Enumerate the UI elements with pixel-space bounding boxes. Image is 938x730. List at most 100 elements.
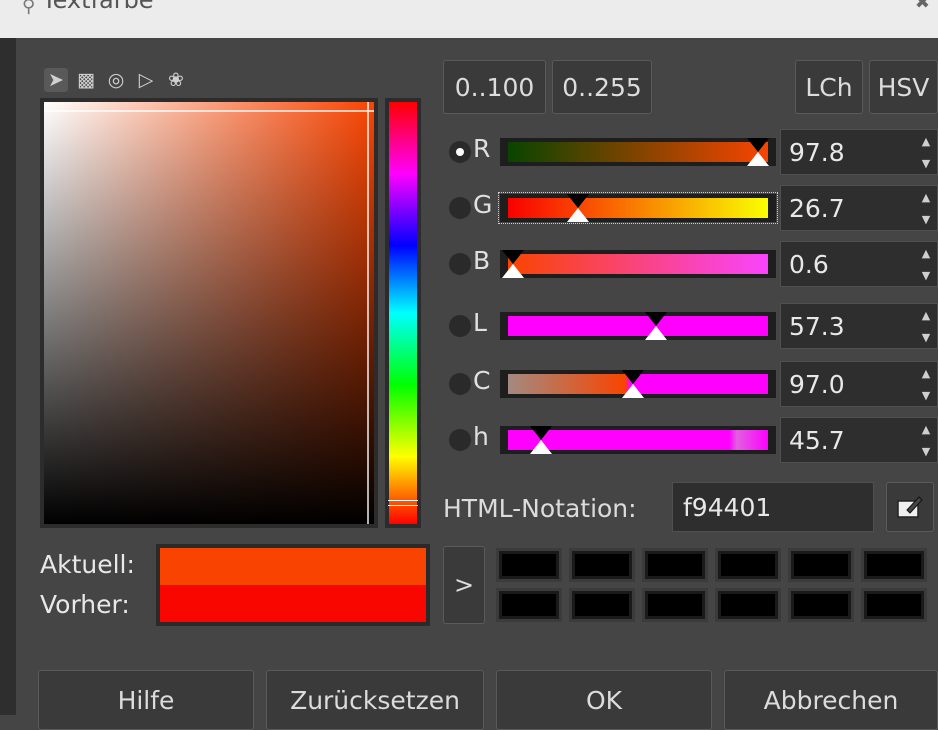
html-notation-field[interactable]: f94401 [672,482,874,532]
history-color-swatch[interactable] [642,548,708,582]
spin-down-icon[interactable]: ▼ [922,389,930,402]
palette-selector-icon[interactable]: ❀ [164,68,188,92]
spin-down-icon[interactable]: ▼ [922,213,930,226]
channel-row-c: C 97.0 ▲ ▼ [443,360,938,410]
history-color-swatch[interactable] [788,548,854,582]
wheel-selector-icon[interactable]: ◎ [104,68,128,92]
hue-marker[interactable] [388,500,418,506]
slider-handle-r[interactable] [747,138,769,166]
spin-arrows-g[interactable]: ▲ ▼ [915,186,937,230]
spin-down-icon[interactable]: ▼ [922,269,930,282]
spin-arrows-h[interactable]: ▲ ▼ [915,418,937,462]
slider-handle-c[interactable] [622,370,644,398]
channel-value-g[interactable]: 26.7 [789,194,845,223]
gimp-selector-icon[interactable]: ➤ [44,68,68,92]
channel-slider-g[interactable] [498,192,778,224]
selector-tabs: ➤ ▩ ◎ ▷ ❀ [44,66,188,94]
channel-radio-b[interactable] [449,253,471,275]
spin-up-icon[interactable]: ▲ [922,191,930,204]
channel-label-h: h [473,422,489,451]
slider-gradient-l [508,316,768,336]
hue-strip[interactable] [385,98,421,528]
channel-spin-r[interactable]: 97.8 ▲ ▼ [780,129,938,175]
channel-slider-h[interactable] [500,426,776,454]
spin-arrows-r[interactable]: ▲ ▼ [915,130,937,174]
channel-slider-l[interactable] [500,312,776,340]
channel-value-h[interactable]: 45.7 [789,426,845,455]
range-0-255-button[interactable]: 0..255 [552,60,652,114]
previous-color-swatch[interactable] [160,585,426,622]
channel-radio-l[interactable] [449,315,471,337]
history-color-swatch[interactable] [496,588,562,622]
lch-button[interactable]: LCh [795,60,863,114]
close-icon[interactable]: ✖ [915,0,930,13]
channel-spin-g[interactable]: 26.7 ▲ ▼ [780,185,938,231]
previous-color-label: Vorher: [40,590,130,619]
reset-button[interactable]: Zurücksetzen [266,670,484,730]
triangle-selector-icon[interactable]: ▷ [134,68,158,92]
history-color-swatch[interactable] [642,588,708,622]
spin-down-icon[interactable]: ▼ [922,445,930,458]
channel-radio-g[interactable] [449,197,471,219]
html-notation-value[interactable]: f94401 [683,493,771,522]
history-color-swatch[interactable] [496,548,562,582]
spin-up-icon[interactable]: ▲ [922,367,930,380]
saturation-value-field[interactable] [40,98,378,528]
channel-value-b[interactable]: 0.6 [789,250,829,279]
saturation-value-gradient[interactable] [44,102,374,524]
current-color-swatch [160,548,426,585]
channel-radio-h[interactable] [449,429,471,451]
slider-gradient-r [508,142,768,162]
channel-spin-b[interactable]: 0.6 ▲ ▼ [780,241,938,287]
channel-slider-b[interactable] [500,250,776,278]
spin-down-icon[interactable]: ▼ [922,331,930,344]
history-color-swatch[interactable] [569,548,635,582]
slider-handle-b[interactable] [502,250,524,278]
slider-handle-g[interactable] [567,194,589,222]
html-notation-label: HTML-Notation: [443,494,637,523]
spin-arrows-c[interactable]: ▲ ▼ [915,362,937,406]
add-to-history-button[interactable]: > [443,546,485,624]
hue-gradient[interactable] [389,102,417,524]
color-picker-button[interactable] [886,482,934,532]
slider-handle-h[interactable] [530,426,552,454]
ok-button[interactable]: OK [496,670,712,730]
channel-row-r: R 97.8 ▲ ▼ [443,128,938,178]
current-color-label: Aktuell: [40,550,135,579]
history-color-swatch[interactable] [788,588,854,622]
channel-radio-r[interactable] [449,141,471,163]
channel-value-c[interactable]: 97.0 [789,370,845,399]
channel-radio-c[interactable] [449,373,471,395]
spin-up-icon[interactable]: ▲ [922,423,930,436]
hsv-button[interactable]: HSV [869,60,938,114]
spin-arrows-l[interactable]: ▲ ▼ [915,304,937,348]
channel-row-l: L 57.3 ▲ ▼ [443,302,938,352]
channel-slider-r[interactable] [500,138,776,166]
history-color-swatch[interactable] [715,548,781,582]
spin-up-icon[interactable]: ▲ [922,247,930,260]
spin-up-icon[interactable]: ▲ [922,309,930,322]
channel-spin-h[interactable]: 45.7 ▲ ▼ [780,417,938,463]
magnifier-icon: ⚲ [22,0,36,17]
history-color-swatch[interactable] [861,548,927,582]
channel-slider-c[interactable] [500,370,776,398]
help-button[interactable]: Hilfe [38,670,254,730]
channel-value-l[interactable]: 57.3 [789,312,845,341]
channel-value-r[interactable]: 97.8 [789,138,845,167]
cancel-button[interactable]: Abbrechen [724,670,938,730]
range-0-100-button[interactable]: 0..100 [443,60,546,114]
channel-spin-c[interactable]: 97.0 ▲ ▼ [780,361,938,407]
slider-handle-l[interactable] [645,312,667,340]
watercolor-selector-icon[interactable]: ▩ [74,68,98,92]
title-bar: ⚲ Textfarbe ✖ [0,0,938,38]
history-color-swatch[interactable] [861,588,927,622]
spin-arrows-b[interactable]: ▲ ▼ [915,242,937,286]
channel-label-b: B [473,246,491,275]
history-color-swatch[interactable] [569,588,635,622]
history-color-swatch[interactable] [715,588,781,622]
channel-spin-l[interactable]: 57.3 ▲ ▼ [780,303,938,349]
spin-down-icon[interactable]: ▼ [922,157,930,170]
crosshair-horizontal [44,110,374,112]
channel-row-h: h 45.7 ▲ ▼ [443,416,938,466]
spin-up-icon[interactable]: ▲ [922,135,930,148]
